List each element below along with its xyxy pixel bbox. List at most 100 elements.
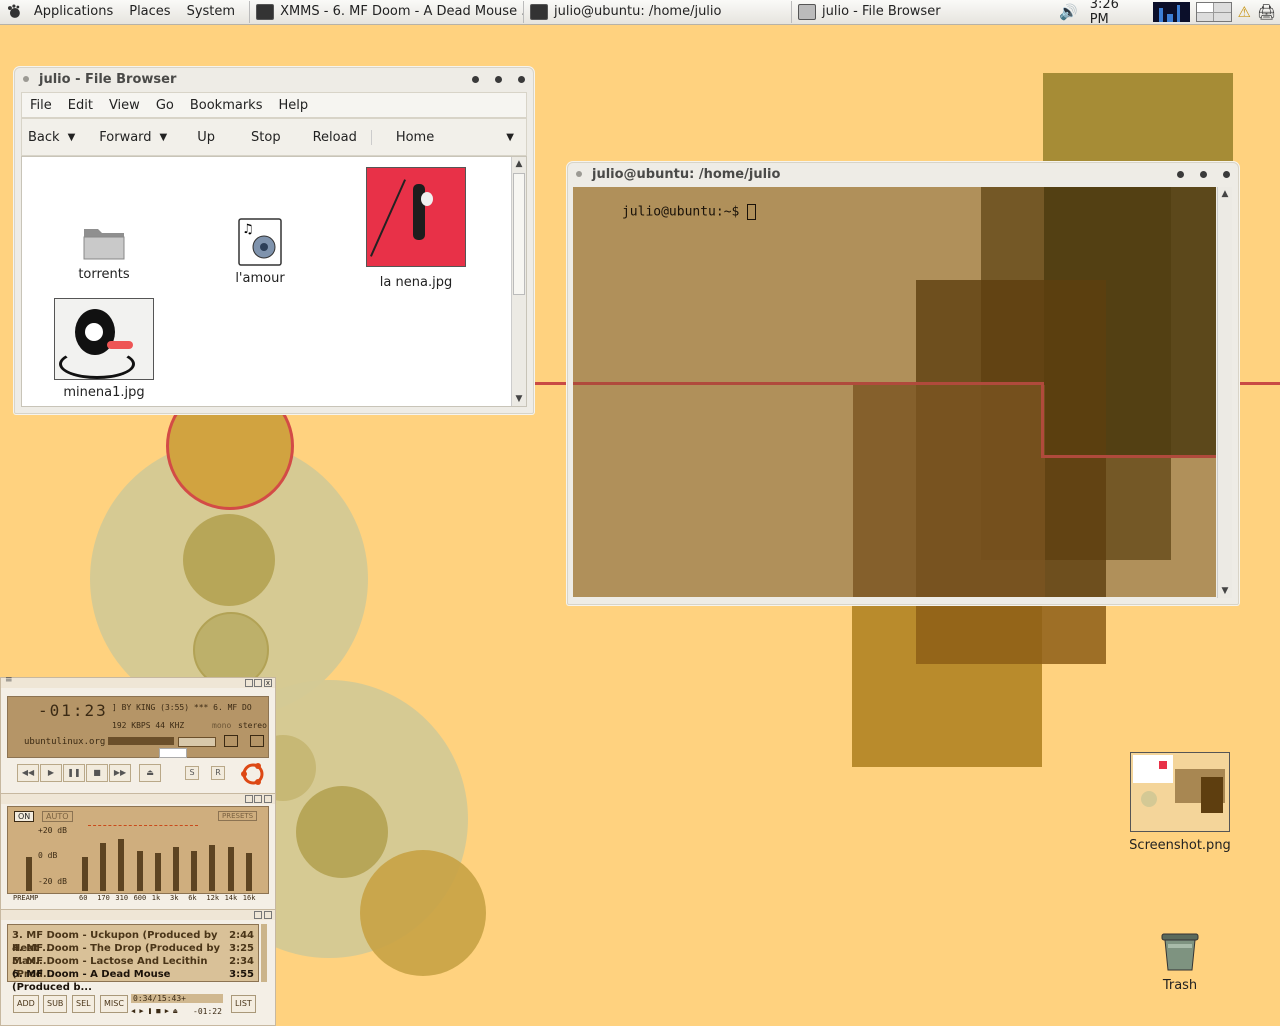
eq-band-slider[interactable]	[227, 847, 234, 891]
menu-help[interactable]: Help	[270, 98, 316, 113]
window-menu-icon[interactable]	[23, 76, 29, 82]
play-button[interactable]: ▶	[40, 764, 62, 782]
volume-slider[interactable]	[108, 737, 174, 745]
terminal-body[interactable]: julio@ubuntu:~$	[573, 187, 1216, 597]
playlist-sel-button[interactable]: SEL	[72, 995, 95, 1013]
reload-button[interactable]: Reload	[299, 129, 372, 145]
repeat-button[interactable]: R	[211, 766, 225, 780]
terminal-scrollbar[interactable]: ▲ ▼	[1217, 187, 1232, 598]
xmms-menu-icon[interactable]: ≡	[5, 675, 13, 685]
file-browser-titlebar[interactable]: julio - File Browser	[15, 68, 533, 90]
minimize-button[interactable]	[245, 679, 253, 687]
xmms-titlebar[interactable]: ≡ x	[1, 675, 275, 688]
scroll-thumb[interactable]	[513, 173, 525, 295]
desktop-icon-screenshot[interactable]: Screenshot.png	[1124, 752, 1236, 853]
close-button[interactable]	[264, 911, 272, 919]
seek-bar[interactable]	[159, 748, 187, 758]
balance-slider[interactable]	[178, 737, 216, 747]
taskbar-file-browser[interactable]: julio - File Browser	[791, 1, 1059, 23]
gnome-foot-icon[interactable]	[6, 4, 22, 20]
stop-button[interactable]: ■	[86, 764, 108, 782]
notification-icon[interactable]: ⚠	[1238, 3, 1251, 21]
eq-band-slider[interactable]	[173, 847, 179, 891]
close-button[interactable]	[1223, 170, 1230, 178]
maximize-button[interactable]	[495, 75, 502, 83]
playlist-controls[interactable]: ◀ ▶ ❚ ■ ▶ ⏏	[131, 1007, 177, 1015]
window-menu-icon[interactable]	[576, 171, 582, 177]
eq-band-slider[interactable]	[154, 853, 161, 891]
taskbar-xmms[interactable]: XMMS - 6. MF Doom - A Dead Mouse ...	[249, 1, 523, 23]
home-button[interactable]: Home ▼	[372, 130, 526, 145]
places-menu[interactable]: Places	[121, 0, 178, 24]
pause-button[interactable]: ❚❚	[63, 764, 85, 782]
file-item-minena1[interactable]: minena1.jpg	[52, 298, 156, 400]
eq-band-slider[interactable]	[245, 853, 252, 891]
desktop-icon-trash[interactable]: Trash	[1140, 930, 1220, 993]
eq-band-slider[interactable]	[118, 839, 125, 891]
preamp-slider[interactable]	[26, 857, 32, 891]
system-menu[interactable]: System	[179, 0, 243, 24]
ubuntu-logo-icon[interactable]	[239, 760, 267, 788]
menu-go[interactable]: Go	[148, 98, 182, 113]
previous-button[interactable]: ◀◀	[17, 764, 39, 782]
playlist-item[interactable]: 3. MF Doom - Uckupon (Produced by Heat .…	[12, 929, 254, 954]
eq-titlebar[interactable]	[1, 794, 275, 804]
close-button[interactable]: x	[264, 679, 272, 687]
file-item-torrents[interactable]: torrents	[56, 219, 152, 282]
shade-button[interactable]	[254, 795, 262, 803]
system-monitor-graph[interactable]	[1153, 2, 1191, 22]
eq-band-slider[interactable]	[191, 851, 198, 891]
playlist-misc-button[interactable]: MISC	[100, 995, 128, 1013]
terminal-titlebar[interactable]: julio@ubuntu: /home/julio	[568, 163, 1238, 185]
printer-icon[interactable]: 🖨	[1257, 3, 1276, 21]
playlist-item[interactable]: 5. MF Doom - Lactose And Lecithin (Prod.…	[12, 955, 254, 980]
eject-button[interactable]: ⏏	[139, 764, 161, 782]
file-browser-scrollbar[interactable]: ▲ ▼	[511, 157, 526, 406]
menu-bookmarks[interactable]: Bookmarks	[182, 98, 271, 113]
shuffle-button[interactable]: S	[185, 766, 199, 780]
xmms-time[interactable]: -01:23	[38, 701, 108, 720]
workspace-switcher[interactable]	[1196, 2, 1232, 22]
menu-edit[interactable]: Edit	[60, 98, 101, 113]
playlist-scrollbar[interactable]	[261, 924, 267, 982]
file-item-lamour[interactable]: ♫ l'amour	[212, 217, 308, 286]
playlist-toggle-button[interactable]	[250, 735, 264, 747]
eq-band-slider[interactable]	[136, 851, 143, 891]
minimize-button[interactable]	[472, 75, 479, 83]
close-button[interactable]	[264, 795, 272, 803]
close-button[interactable]	[518, 75, 525, 83]
back-button[interactable]: Back ▼	[22, 130, 87, 145]
playlist-list-button[interactable]: LIST	[231, 995, 256, 1013]
eq-band-slider[interactable]	[100, 843, 107, 891]
up-button[interactable]: Up	[179, 130, 233, 145]
forward-button[interactable]: Forward ▼	[87, 130, 179, 145]
taskbar-terminal[interactable]: julio@ubuntu: /home/julio	[523, 1, 791, 23]
shade-button[interactable]	[254, 679, 262, 687]
next-button[interactable]: ▶▶	[109, 764, 131, 782]
eq-toggle-button[interactable]	[224, 735, 238, 747]
playlist-item[interactable]: 4. MF Doom - The Drop (Produced by Max..…	[12, 942, 254, 967]
eq-band-slider[interactable]	[82, 857, 88, 891]
scroll-up-icon[interactable]: ▲	[512, 157, 526, 171]
file-item-la-nena[interactable]: la nena.jpg	[362, 167, 470, 290]
menu-view[interactable]: View	[101, 98, 148, 113]
maximize-button[interactable]	[1200, 170, 1207, 178]
clock[interactable]: 3:26 PM	[1090, 0, 1141, 27]
minimize-button[interactable]	[245, 795, 253, 803]
scroll-down-icon[interactable]: ▼	[512, 392, 526, 406]
minimize-button[interactable]	[1177, 170, 1184, 178]
chevron-down-icon[interactable]: ▼	[506, 132, 514, 143]
shade-button[interactable]	[254, 911, 262, 919]
menu-file[interactable]: File	[22, 98, 60, 113]
playlist-titlebar[interactable]	[1, 910, 275, 920]
eq-band-slider[interactable]	[209, 845, 216, 891]
playlist-item-current[interactable]: 6. MF Doom - A Dead Mouse (Produced b...…	[12, 968, 254, 993]
playlist-sub-button[interactable]: SUB	[43, 995, 68, 1013]
chevron-down-icon[interactable]: ▼	[160, 132, 168, 143]
volume-icon[interactable]: 🔊	[1059, 3, 1078, 21]
scroll-down-icon[interactable]: ▼	[1218, 584, 1232, 598]
xmms-scroll-text[interactable]: ] BY KING (3:55) *** 6. MF DO	[112, 703, 266, 712]
chevron-down-icon[interactable]: ▼	[68, 132, 76, 143]
stop-button[interactable]: Stop	[233, 130, 299, 145]
scroll-up-icon[interactable]: ▲	[1218, 187, 1232, 201]
